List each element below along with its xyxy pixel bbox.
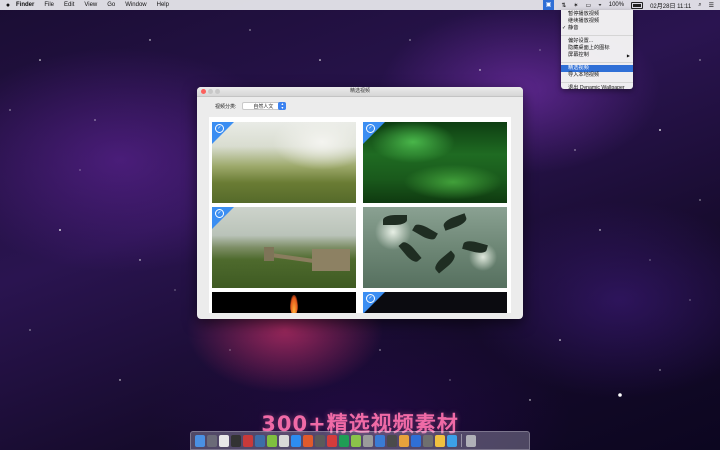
window-title: 精选视频 <box>349 88 370 94</box>
network-icon[interactable]: ⇅ <box>561 2 566 9</box>
tower-shape <box>264 247 274 261</box>
close-button[interactable] <box>201 89 206 94</box>
checkmark-icon: ✓ <box>366 294 375 303</box>
menu-edit[interactable]: Edit <box>64 2 74 8</box>
video-thumbnail-dark-scene[interactable]: ✓ <box>363 292 507 313</box>
menu-item-import-local-video[interactable]: 导入本地视频 <box>561 72 633 79</box>
app-dock-icon[interactable] <box>255 434 265 447</box>
leaf-shape <box>383 215 407 225</box>
category-toolbar: 视频分类: 自然人文 ▴ ▾ <box>215 102 287 110</box>
menu-file[interactable]: File <box>44 2 54 8</box>
menu-window[interactable]: Window <box>125 2 146 8</box>
app-dock-icon[interactable] <box>363 434 373 447</box>
leaf-shape <box>432 250 458 274</box>
window-titlebar: 精选视频 <box>197 87 523 97</box>
category-value: 自然人文 <box>253 104 274 110</box>
leaf-shape <box>462 239 488 255</box>
menu-item-hide-desktop-icons[interactable]: 隐藏桌面上的图标 <box>561 45 633 52</box>
battery-icon[interactable] <box>631 1 644 9</box>
menu-help[interactable]: Help <box>157 2 169 8</box>
wifi-icon[interactable]: ◒ <box>598 2 602 8</box>
app-dock-icon[interactable] <box>279 434 289 447</box>
category-select[interactable]: 自然人文 ▴ ▾ <box>242 102 287 110</box>
chrome-dock-icon[interactable] <box>219 434 229 447</box>
leaf-shape <box>442 213 468 231</box>
apple-icon[interactable]: ● <box>0 2 16 9</box>
list-icon[interactable]: ☰ <box>709 2 714 9</box>
zoom-button[interactable] <box>215 89 220 94</box>
app-dock-icon[interactable] <box>351 434 361 447</box>
menu-finder[interactable]: Finder <box>16 2 34 8</box>
menu-view[interactable]: View <box>84 2 97 8</box>
airplay-icon[interactable]: ▭ <box>585 2 591 9</box>
app-dock-icon[interactable] <box>291 434 301 447</box>
tower-shape <box>312 249 350 271</box>
featured-videos-window: 精选视频 视频分类: 自然人文 ▴ ▾ ✓ ✓ ✓ ✓ <box>197 87 523 319</box>
finder-dock-icon[interactable] <box>195 434 205 447</box>
menu-item-quit[interactable]: 退出 Dynamic Wallpaper <box>561 85 633 92</box>
app-dock-icon[interactable] <box>303 434 313 447</box>
wechat-dock-icon[interactable] <box>267 434 277 447</box>
video-thumbnail-mist-forest[interactable]: ✓ <box>212 122 356 203</box>
search-icon[interactable]: ⌕ <box>698 2 701 9</box>
menu-separator <box>561 61 633 63</box>
sketch-dock-icon[interactable] <box>435 434 445 447</box>
trash-icon[interactable] <box>466 434 476 447</box>
menu-separator <box>561 81 633 83</box>
app-dock-icon[interactable] <box>339 434 349 447</box>
clock[interactable]: 02月28日 11:11 <box>650 1 691 10</box>
menu-item-preferences[interactable]: 偏好设置... <box>561 38 633 45</box>
menu-go[interactable]: Go <box>107 2 115 8</box>
app-dock-icon[interactable] <box>243 434 253 447</box>
checkmark-icon: ✓ <box>215 124 224 133</box>
menu-item-screen-control[interactable]: 屏幕控制 <box>561 52 633 59</box>
app-dock-icon[interactable] <box>315 434 325 447</box>
terminal-dock-icon[interactable] <box>231 434 241 447</box>
menu-item-resume-video[interactable]: 继续播放视频 <box>561 18 633 25</box>
app-dock-icon[interactable] <box>411 434 421 447</box>
menu-separator <box>561 34 633 36</box>
app-dock-icon[interactable] <box>387 434 397 447</box>
app-dock-icon[interactable] <box>327 434 337 447</box>
app-dock-icon[interactable] <box>423 434 433 447</box>
video-grid: ✓ ✓ ✓ ✓ <box>209 117 511 313</box>
checkmark-icon: ✓ <box>366 124 375 133</box>
checkmark-icon: ✓ <box>215 209 224 218</box>
video-thumbnail-great-wall[interactable]: ✓ <box>212 207 356 288</box>
video-thumbnail-tree-silhouette[interactable] <box>363 207 507 288</box>
leaf-shape <box>398 239 422 265</box>
video-thumbnail-green-leaves[interactable]: ✓ <box>363 122 507 203</box>
dynamic-wallpaper-status-icon[interactable]: ▣ <box>542 0 555 10</box>
app-dock-icon[interactable] <box>399 434 409 447</box>
menu-bar: ● Finder File Edit View Go Window Help ▣… <box>0 0 720 10</box>
app-dock-icon[interactable] <box>447 434 457 447</box>
leaf-shape <box>412 221 438 243</box>
status-area: ▣ ⇅ ✶ ▭ ◒ 100% 02月28日 11:11 ⌕ ☰ <box>536 0 720 10</box>
minimize-button[interactable] <box>208 89 213 94</box>
bluetooth-icon[interactable]: ✶ <box>573 2 578 9</box>
menu-item-pause-video[interactable]: 暂停播放视频 <box>561 11 633 18</box>
flame-shape <box>290 295 298 313</box>
status-menu-dropdown: 暂停播放视频 继续播放视频 静音 偏好设置... 隐藏桌面上的图标 屏幕控制 精… <box>561 10 633 92</box>
chevron-updown-icon: ▴ ▾ <box>278 102 287 110</box>
video-thumbnail-fire[interactable] <box>212 292 356 313</box>
battery-percent: 100% <box>608 2 625 8</box>
launchpad-dock-icon[interactable] <box>207 434 217 447</box>
dock <box>190 431 530 450</box>
wall-shape <box>269 252 316 264</box>
menu-item-featured-videos[interactable]: 精选视频 <box>561 65 633 72</box>
app-dock-icon[interactable] <box>375 434 385 447</box>
dock-separator <box>461 434 462 447</box>
menu-item-mute[interactable]: 静音 <box>561 25 633 32</box>
category-label: 视频分类: <box>215 103 237 110</box>
